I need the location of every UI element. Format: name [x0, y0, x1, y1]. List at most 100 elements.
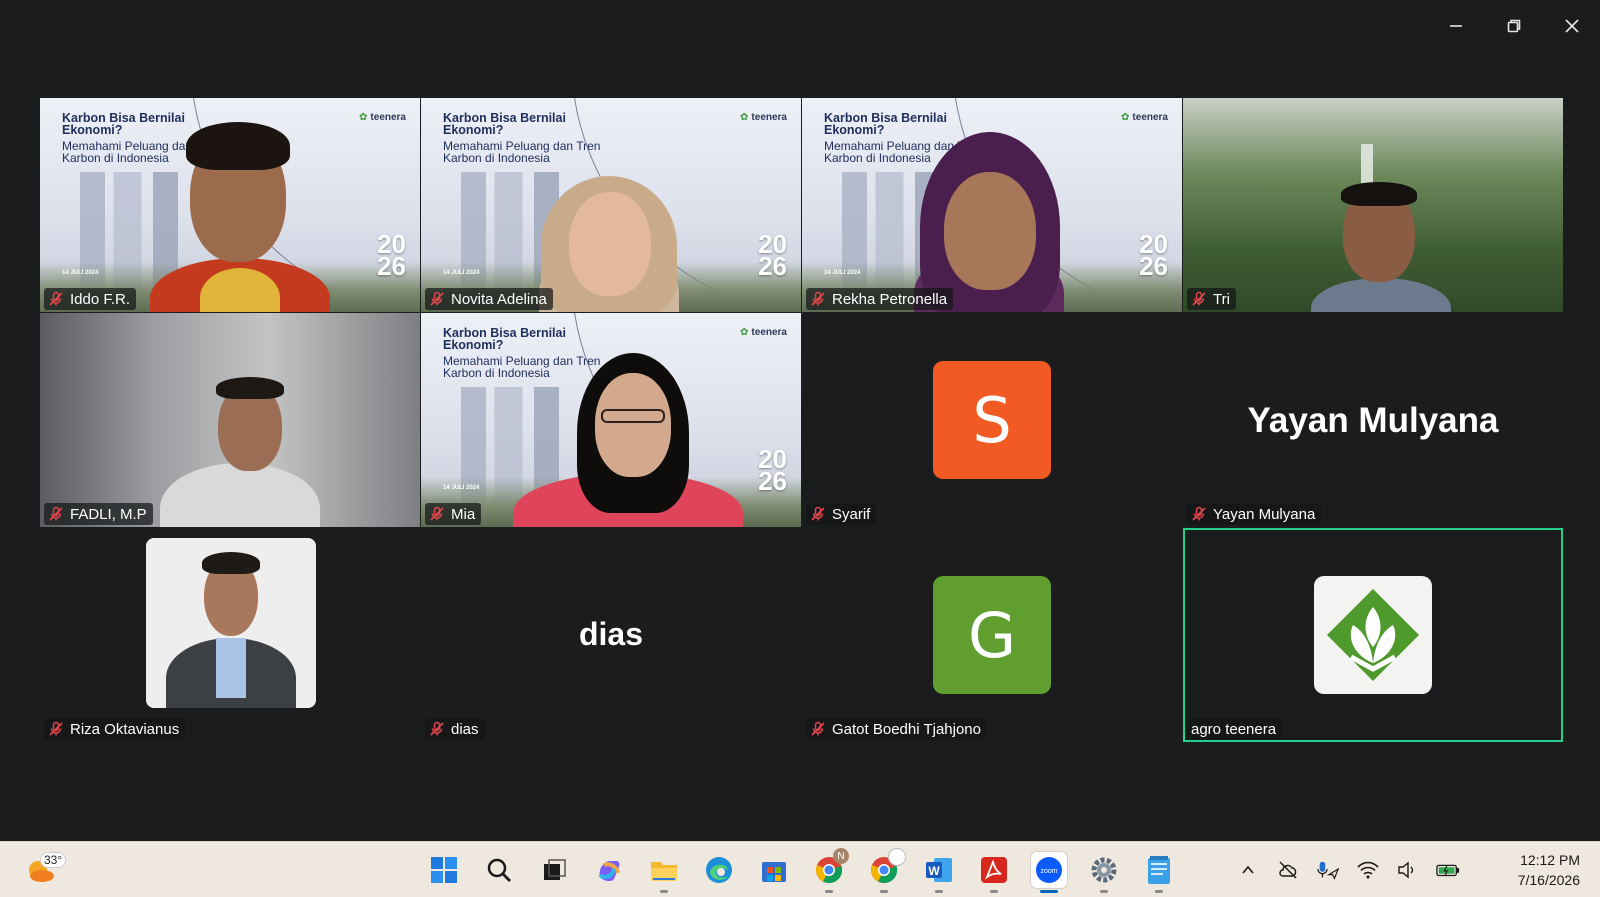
participant-nameplate: agro teenera [1187, 718, 1283, 740]
participant-name: Tri [1213, 290, 1230, 308]
mic-off-icon [1192, 506, 1206, 521]
brand-label: teenera [1132, 112, 1168, 123]
participant-nameplate: dias [425, 718, 485, 740]
word-icon[interactable]: W [921, 852, 957, 893]
participant-tile-novita[interactable]: Karbon Bisa Bernilai Ekonomi? Memahami P… [421, 98, 801, 312]
settings-icon[interactable] [1086, 852, 1122, 893]
system-clock[interactable]: 12:12 PM 7/16/2026 [1518, 850, 1580, 890]
slide-year: 20 26 [377, 229, 406, 281]
participant-name: Iddo F.R. [70, 290, 131, 308]
mic-off-icon [811, 721, 825, 736]
participant-nameplate: Iddo F.R. [44, 288, 137, 310]
search-icon[interactable] [481, 852, 517, 888]
battery-icon[interactable] [1436, 858, 1460, 882]
volume-icon[interactable] [1396, 858, 1420, 882]
participant-name: FADLI, M.P [70, 505, 147, 523]
mic-off-icon [430, 291, 444, 306]
slide-date: 14 JULI 2024 [443, 485, 480, 491]
chrome-profile-badge: N [833, 848, 849, 864]
weather-widget[interactable]: 33° [24, 852, 67, 891]
participant-nameplate: Gatot Boedhi Tjahjono [806, 718, 987, 740]
participant-tile-agro-teenera[interactable]: agro teenera [1183, 528, 1563, 742]
participant-name: Gatot Boedhi Tjahjono [832, 720, 981, 738]
close-icon[interactable] [1558, 12, 1586, 40]
svg-text:W: W [928, 864, 940, 878]
copilot-icon[interactable] [591, 852, 627, 888]
slide-date: 14 JULI 2024 [62, 270, 99, 276]
restore-icon[interactable] [1500, 12, 1528, 40]
participant-tile-riza[interactable]: Riza Oktavianus [40, 528, 420, 742]
participant-nameplate: Syarif [806, 503, 877, 525]
participant-nameplate: Riza Oktavianus [44, 718, 186, 740]
mic-off-icon [430, 506, 444, 521]
slide-title: Karbon Bisa Bernilai Ekonomi? [443, 111, 566, 137]
chrome-icon[interactable]: N [811, 848, 849, 893]
participant-nameplate: Yayan Mulyana [1187, 503, 1322, 525]
mic-off-icon [49, 506, 63, 521]
edge-icon[interactable] [701, 852, 737, 888]
acrobat-icon[interactable] [976, 852, 1012, 893]
glasses-icon [601, 409, 665, 423]
participant-name: Novita Adelina [451, 290, 547, 308]
mic-off-icon [1192, 291, 1206, 306]
store-icon[interactable] [756, 852, 792, 888]
participant-nameplate: Novita Adelina [425, 288, 553, 310]
notepad-icon[interactable] [1141, 852, 1177, 893]
participant-name: Rekha Petronella [832, 290, 948, 308]
slide-title: Karbon Bisa Bernilai Ekonomi? [62, 111, 185, 137]
avatar: S [933, 361, 1051, 479]
leaf-logo-icon [1327, 589, 1419, 681]
participant-nameplate: FADLI, M.P [44, 503, 153, 525]
mic-off-icon [811, 506, 825, 521]
participant-tile-tri[interactable]: Tri [1183, 98, 1563, 312]
slide-year: 20 26 [758, 444, 787, 496]
participant-tile-fadli[interactable]: FADLI, M.P [40, 313, 420, 527]
participant-name: Syarif [832, 505, 871, 523]
slide-date: 14 JULI 2024 [824, 270, 861, 276]
taskbar-apps: N W zoom [426, 848, 1177, 893]
chevron-up-icon[interactable] [1236, 858, 1260, 882]
file-explorer-icon[interactable] [646, 852, 682, 893]
windows-start-icon[interactable] [426, 852, 462, 888]
window-controls [1442, 12, 1586, 40]
participant-tile-gatot[interactable]: G Gatot Boedhi Tjahjono [802, 528, 1182, 742]
wifi-icon[interactable] [1356, 858, 1380, 882]
participant-tile-syarif[interactable]: S Syarif [802, 313, 1182, 527]
taskbar: 33° N W zoom 12:12 PM 7/16/2026 [0, 841, 1600, 897]
mic-off-icon [49, 291, 63, 306]
participant-nameplate: Mia [425, 503, 482, 525]
teenera-logo: ✿ teenera [740, 327, 787, 338]
slide-date: 14 JULI 2024 [443, 270, 480, 276]
task-view-icon[interactable] [536, 852, 572, 888]
brand-label: teenera [751, 112, 787, 123]
participant-display-name: dias [578, 616, 644, 652]
participant-nameplate: Rekha Petronella [806, 288, 954, 310]
microphone-icon[interactable] [1316, 858, 1340, 882]
participant-tile-dias[interactable]: dias dias [421, 528, 801, 742]
participant-name: Mia [451, 505, 476, 523]
participant-tile-yayan[interactable]: Yayan Mulyana Yayan Mulyana [1183, 313, 1563, 527]
slide-title: Karbon Bisa Bernilai Ekonomi? [443, 326, 566, 352]
clock-time: 12:12 PM [1520, 852, 1580, 868]
mic-off-icon [430, 721, 444, 736]
slide-subtitle: Memahami Peluang dan Tren Karbon di Indo… [443, 354, 601, 380]
svg-text:zoom: zoom [1040, 868, 1057, 875]
avatar: G [933, 576, 1051, 694]
slide-year: 20 26 [1139, 229, 1168, 281]
chrome-profile-avatar [888, 848, 906, 866]
participant-tile-mia[interactable]: Karbon Bisa Bernilai Ekonomi? Memahami P… [421, 313, 801, 527]
teenera-logo: ✿ teenera [1121, 112, 1168, 123]
minimize-icon[interactable] [1442, 12, 1470, 40]
participant-name: agro teenera [1191, 720, 1277, 738]
chrome-profile-icon[interactable] [866, 848, 906, 893]
cloud-off-icon[interactable] [1276, 858, 1300, 882]
participant-name: Riza Oktavianus [70, 720, 180, 738]
system-tray [1236, 858, 1460, 882]
participant-name: dias [451, 720, 479, 738]
mic-off-icon [49, 721, 63, 736]
zoom-icon[interactable]: zoom [1031, 852, 1067, 893]
participant-tile-iddo[interactable]: Karbon Bisa Bernilai Ekonomi? Memahami P… [40, 98, 420, 312]
brand-label: teenera [370, 112, 406, 123]
teenera-logo: ✿ teenera [740, 112, 787, 123]
participant-tile-rekha[interactable]: Karbon Bisa Bernilai Ekonomi? Memahami P… [802, 98, 1182, 312]
